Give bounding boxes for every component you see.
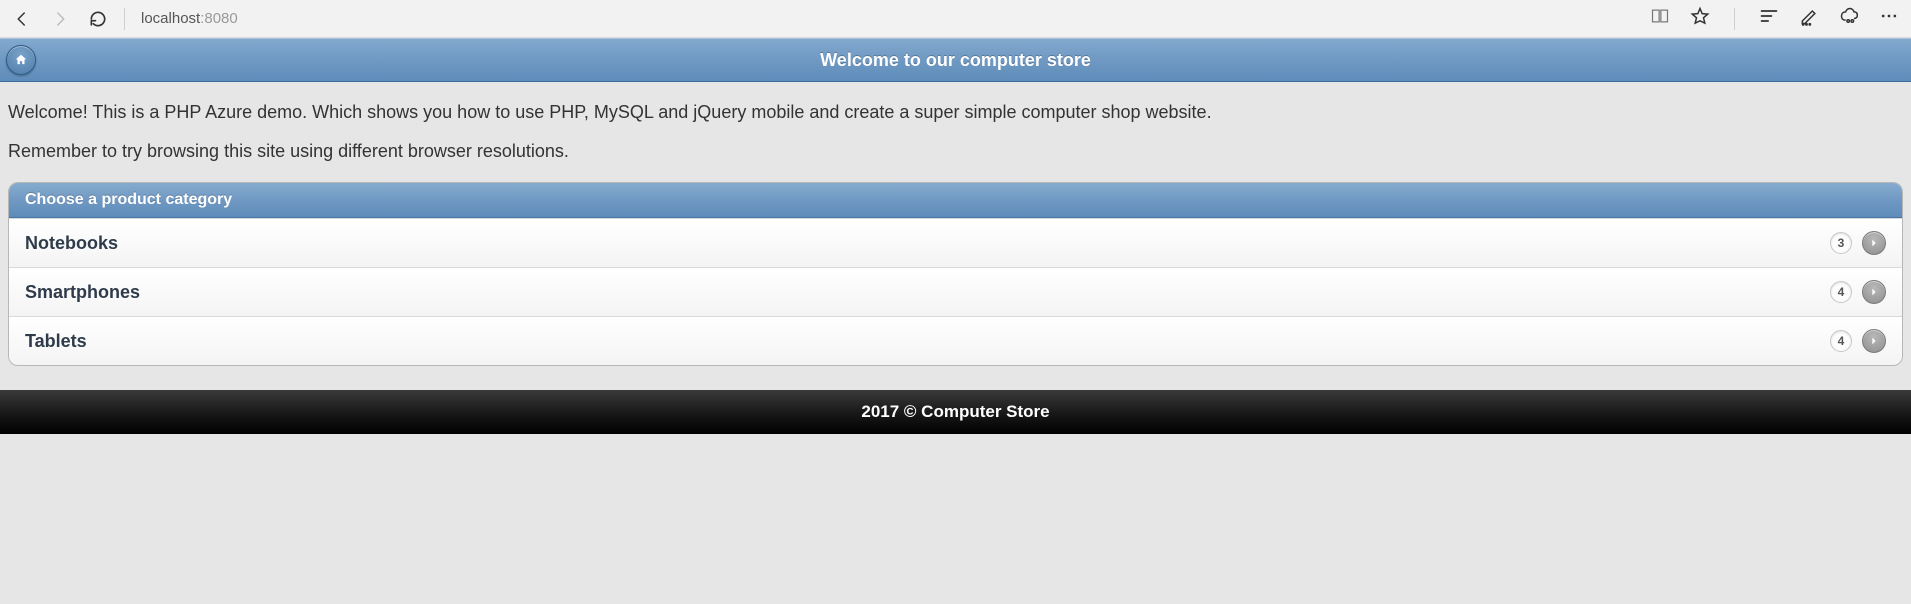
category-item-smartphones[interactable]: Smartphones 4 <box>9 267 1902 316</box>
list-heading: Choose a product category <box>9 183 1902 218</box>
category-label: Notebooks <box>25 233 1830 254</box>
toolbar-divider <box>124 8 125 30</box>
address-host: localhost <box>141 10 200 27</box>
intro-paragraph-1: Welcome! This is a PHP Azure demo. Which… <box>8 102 1903 123</box>
main-content: Welcome! This is a PHP Azure demo. Which… <box>0 82 1911 390</box>
share-icon[interactable] <box>1839 6 1859 31</box>
home-button[interactable] <box>6 45 36 75</box>
address-port: :8080 <box>200 10 238 27</box>
refresh-button[interactable] <box>88 9 108 29</box>
footer-text: 2017 © Computer Store <box>861 402 1049 421</box>
favorite-star-icon[interactable] <box>1690 6 1710 31</box>
count-badge: 3 <box>1830 232 1852 254</box>
chevron-right-icon <box>1862 329 1886 353</box>
category-item-tablets[interactable]: Tablets 4 <box>9 316 1902 365</box>
toolbar-divider <box>1734 8 1735 30</box>
more-icon[interactable] <box>1879 6 1899 31</box>
forward-button[interactable] <box>50 9 70 29</box>
address-bar[interactable]: localhost:8080 <box>141 10 238 27</box>
intro-paragraph-2: Remember to try browsing this site using… <box>8 141 1903 162</box>
category-item-notebooks[interactable]: Notebooks 3 <box>9 218 1902 267</box>
count-badge: 4 <box>1830 281 1852 303</box>
page-title: Welcome to our computer store <box>820 50 1091 71</box>
browser-toolbar: localhost:8080 <box>0 0 1911 38</box>
app-footer: 2017 © Computer Store <box>0 390 1911 434</box>
hub-icon[interactable] <box>1759 6 1779 31</box>
reading-view-icon[interactable] <box>1650 6 1670 31</box>
notes-icon[interactable] <box>1799 6 1819 31</box>
category-list: Choose a product category Notebooks 3 Sm… <box>8 182 1903 366</box>
chevron-right-icon <box>1862 280 1886 304</box>
category-label: Smartphones <box>25 282 1830 303</box>
back-button[interactable] <box>12 9 32 29</box>
app-header: Welcome to our computer store <box>0 38 1911 82</box>
count-badge: 4 <box>1830 330 1852 352</box>
category-label: Tablets <box>25 331 1830 352</box>
chevron-right-icon <box>1862 231 1886 255</box>
